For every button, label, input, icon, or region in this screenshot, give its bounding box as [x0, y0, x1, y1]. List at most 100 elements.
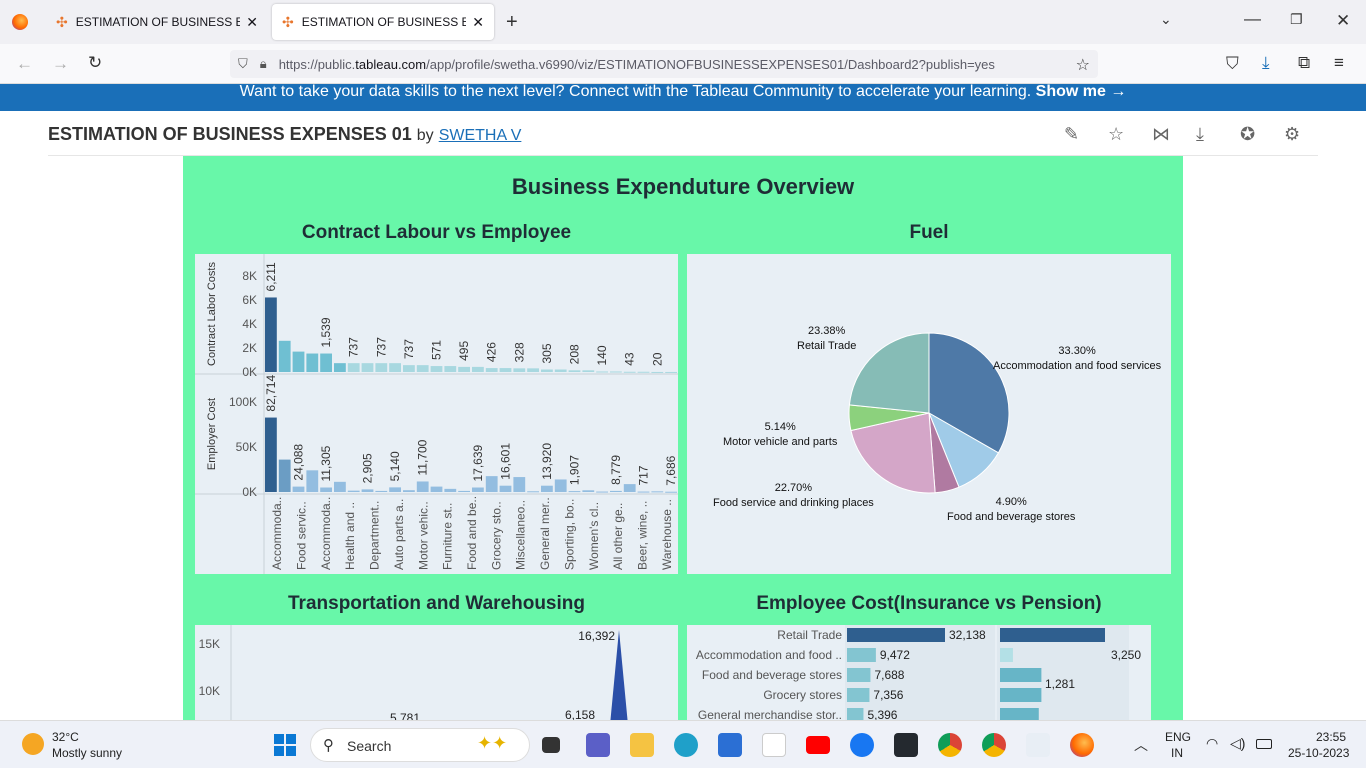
window-close-icon[interactable]: ✕ [1336, 12, 1350, 29]
extensions-icon[interactable]: ⧉ [1298, 54, 1310, 71]
favorite-star-icon[interactable]: ☆ [1108, 124, 1124, 145]
settings-gear-icon[interactable]: ⚙ [1284, 124, 1300, 145]
dashboard-title: Business Expenduture Overview [511, 174, 855, 199]
back-icon[interactable]: ← [16, 55, 33, 72]
bar [637, 371, 650, 373]
url-bar[interactable]: ⛉ 🔒︎ https://public.tableau.com/app/prof… [230, 50, 1098, 78]
teams-icon[interactable] [586, 733, 610, 757]
lang-eng[interactable]: ENG [1165, 730, 1191, 744]
tableau-icon[interactable] [1026, 733, 1050, 757]
y-axis-label: Employer Cost [206, 398, 218, 470]
bookmark-star-icon[interactable]: ☆ [1076, 55, 1090, 75]
weather-temp: 32°C [52, 730, 79, 744]
contract-labour-chart[interactable]: 8K 6K 4K 2K 0K 6,211 1,539 737 737 737 571 495 426 32… [195, 254, 678, 574]
bar [306, 470, 319, 492]
bar [847, 648, 876, 662]
chrome-icon[interactable] [982, 733, 1006, 757]
downloads-icon[interactable]: ⤓ [1262, 54, 1270, 71]
data-label: 82,714 [264, 375, 278, 412]
bar [334, 481, 346, 492]
firefox-icon[interactable] [1070, 733, 1094, 757]
bar [265, 297, 277, 372]
list-tabs-icon[interactable]: ⌄ [1160, 12, 1172, 26]
data-label: 9,472 [880, 648, 910, 662]
bar [847, 668, 871, 682]
volume-icon[interactable]: ◁) [1230, 735, 1245, 752]
community-banner: Want to take your data skills to the nex… [0, 84, 1366, 111]
bar [623, 371, 636, 373]
data-label: 11,700 [416, 439, 430, 475]
bar [637, 491, 650, 493]
data-label: 208 [568, 344, 582, 364]
close-icon[interactable]: ✕ [246, 14, 258, 31]
new-tab-icon[interactable]: + [506, 12, 518, 32]
bar [527, 368, 539, 372]
bar [292, 351, 305, 372]
close-icon[interactable]: ✕ [472, 14, 484, 31]
app-icon[interactable] [762, 733, 786, 757]
bar [458, 490, 470, 492]
bar [458, 366, 470, 372]
tab-2[interactable]: ✣ ESTIMATION OF BUSINESS EXPE ✕ [272, 4, 494, 40]
download-icon[interactable]: ⤓ [1196, 124, 1204, 145]
data-label: 1,281 [1045, 677, 1075, 691]
weather-desc: Mostly sunny [52, 746, 123, 760]
taskbar-search[interactable]: ⚲ Search ✦✦ [310, 728, 530, 762]
data-label: 5,396 [867, 708, 897, 720]
chevron-up-icon[interactable]: ︿ [1134, 735, 1148, 755]
chrome-icon[interactable] [938, 733, 962, 757]
bar [1000, 688, 1042, 702]
section-fuel: Fuel [909, 222, 949, 243]
show-me-link[interactable]: Show me → [1036, 83, 1127, 100]
tab-1-title: ESTIMATION OF BUSINESS EXPE [75, 15, 241, 29]
row-label: Accommodation and food .. [696, 648, 842, 662]
bar [361, 489, 374, 492]
pocket-icon[interactable]: ⛉ [1226, 55, 1239, 72]
edge-icon[interactable] [674, 733, 698, 757]
data-label: 737 [374, 337, 388, 357]
menu-icon[interactable]: ≡ [1334, 54, 1344, 71]
youtube-icon[interactable] [806, 736, 830, 754]
author-link[interactable]: SWETHA V [439, 127, 522, 144]
file-explorer-icon[interactable] [630, 733, 654, 757]
y-axis-label: Contract Labor Costs [206, 262, 218, 366]
edit-icon[interactable]: ✎ [1064, 124, 1079, 145]
x-category-label: Warehouse .. [660, 499, 674, 570]
employee-cost-chart[interactable]: Retail Trade 32,138 Accommodation and food… [687, 625, 1151, 720]
github-icon[interactable] [894, 733, 918, 757]
restore-icon[interactable]: ❐ [1290, 12, 1303, 26]
wifi-icon[interactable]: ◠ [1206, 735, 1218, 752]
tab-1[interactable]: ✣ ESTIMATION OF BUSINESS EXPE ✕ [46, 4, 268, 40]
bar [430, 366, 443, 372]
task-view-icon[interactable] [542, 737, 560, 753]
bar [444, 488, 457, 492]
data-label: 20 [650, 352, 664, 366]
forward-icon[interactable]: → [52, 55, 69, 72]
firefox-icon[interactable] [12, 14, 28, 30]
bar [847, 708, 864, 720]
fuel-chart[interactable]: 23.38% Retail Trade 33.30% Accommodation a… [687, 254, 1171, 574]
url-prefix: https://public. [278, 56, 356, 72]
transport-chart[interactable]: 15K 10K 16,392 6,158 5,781 [195, 625, 678, 720]
shield-icon[interactable]: ⛉ [238, 56, 248, 72]
bar [582, 490, 595, 492]
data-label: 7,356 [873, 688, 903, 702]
reload-icon[interactable]: ↻ [88, 54, 102, 71]
fuel-pie-svg [848, 332, 1010, 494]
bar [278, 340, 291, 372]
data-label: 717 [637, 465, 651, 485]
employee-cost-svg: Retail Trade 32,138 Accommodation and food… [696, 625, 1141, 720]
data-label: 328 [512, 342, 526, 362]
clock-time[interactable]: 23:55 [1316, 730, 1346, 744]
facebook-icon[interactable] [850, 733, 874, 757]
x-category-label: Furniture st.. [441, 503, 455, 570]
share-icon[interactable]: ⋈ [1152, 124, 1170, 145]
store-icon[interactable] [718, 733, 742, 757]
data-label: 1,907 [568, 455, 582, 485]
tableau-icon: ✣ [282, 13, 294, 30]
minimize-icon[interactable]: — [1244, 10, 1261, 27]
badge-icon[interactable]: ✪ [1240, 124, 1255, 145]
weather-sun-icon[interactable] [22, 733, 44, 755]
windows-start-icon[interactable] [274, 734, 296, 756]
battery-icon[interactable] [1256, 739, 1272, 749]
